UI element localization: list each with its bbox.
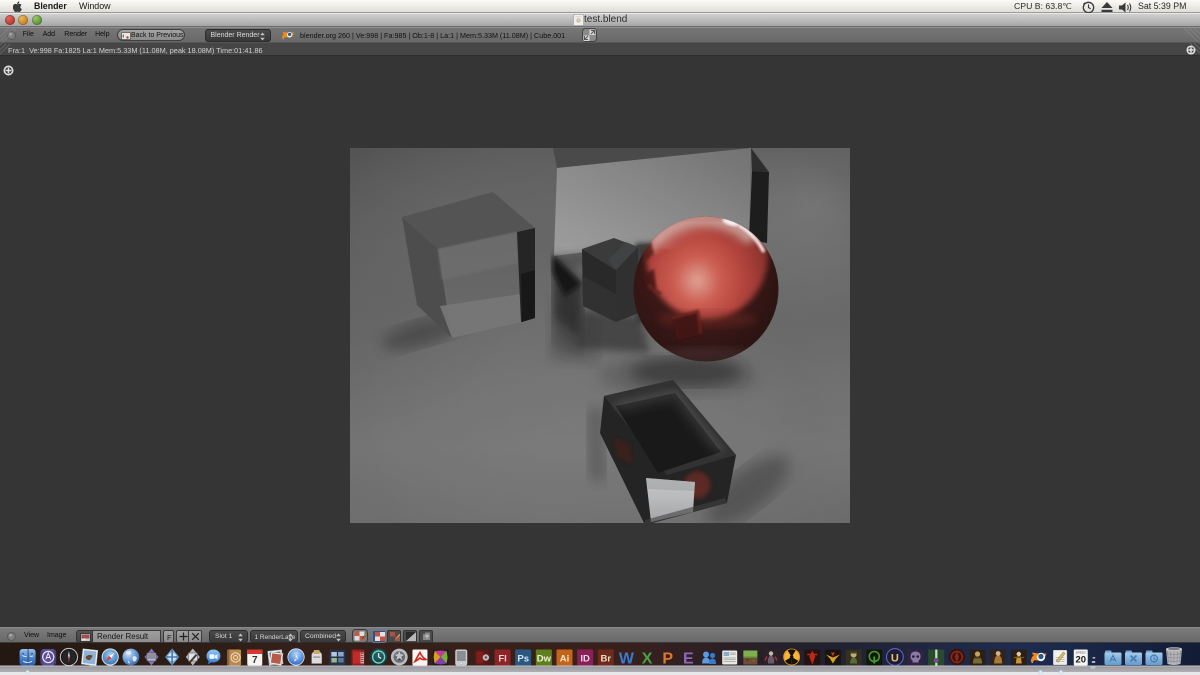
svg-text:E: E bbox=[683, 651, 694, 668]
svg-text:Ai: Ai bbox=[560, 654, 570, 665]
svg-text:U: U bbox=[891, 652, 899, 664]
svg-text:Fl: Fl bbox=[498, 654, 506, 665]
svg-text:7: 7 bbox=[252, 655, 258, 666]
svg-text:20: 20 bbox=[1075, 655, 1086, 666]
svg-text:Dw: Dw bbox=[537, 654, 552, 665]
svg-text:♪: ♪ bbox=[293, 652, 299, 664]
svg-text:Br: Br bbox=[601, 654, 612, 665]
svg-text:P: P bbox=[662, 651, 673, 668]
svg-text:W: W bbox=[619, 651, 635, 668]
svg-text:X: X bbox=[642, 651, 653, 668]
svg-text:ID: ID bbox=[580, 654, 590, 665]
svg-text:Ps: Ps bbox=[517, 654, 529, 665]
